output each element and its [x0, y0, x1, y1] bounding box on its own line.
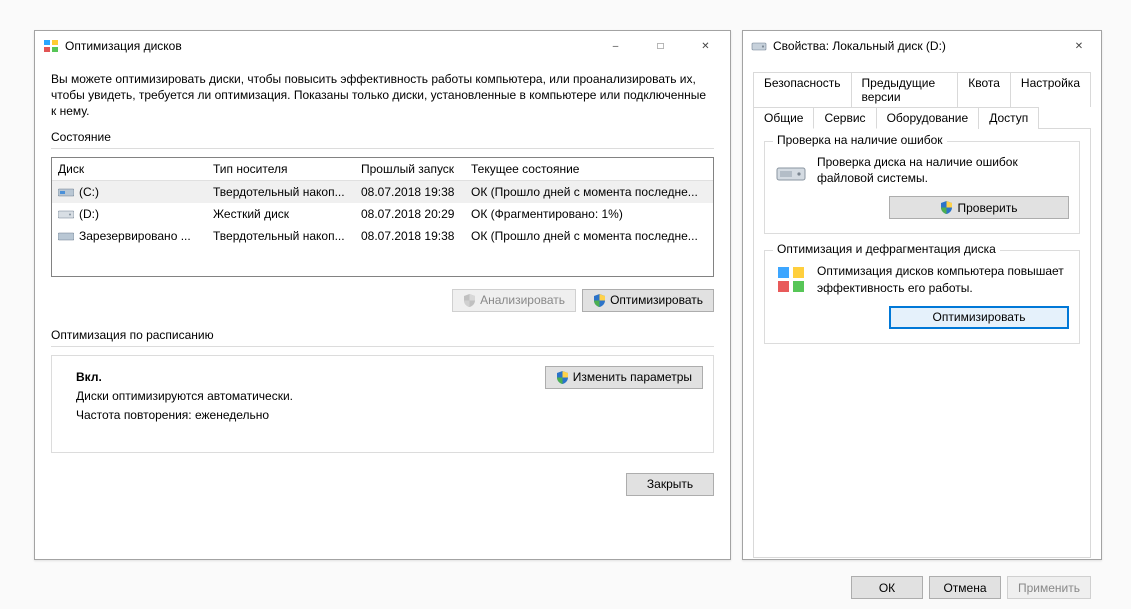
- col-last[interactable]: Прошлый запуск: [355, 158, 465, 180]
- defrag-group: Оптимизация и дефрагментация диска Оптим…: [764, 250, 1080, 343]
- tab-general[interactable]: Общие: [753, 107, 814, 129]
- action-buttons: Анализировать Оптимизировать: [51, 289, 714, 312]
- window-title: Свойства: Локальный диск (D:): [773, 39, 1059, 53]
- shield-icon: [940, 201, 953, 214]
- table-row[interactable]: Зарезервировано ... Твердотельный накоп.…: [52, 225, 713, 247]
- table-row[interactable]: (C:) Твердотельный накоп... 08.07.2018 1…: [52, 181, 713, 203]
- schedule-status: Вкл.: [76, 370, 539, 384]
- col-status[interactable]: Текущее состояние: [465, 158, 713, 180]
- table-row[interactable]: (D:) Жесткий диск 08.07.2018 20:29 ОК (Ф…: [52, 203, 713, 225]
- error-check-title: Проверка на наличие ошибок: [773, 133, 947, 147]
- tab-tools[interactable]: Сервис: [813, 107, 876, 129]
- shield-icon: [593, 294, 606, 307]
- drive-check-icon: [775, 154, 807, 186]
- close-button[interactable]: ✕: [1059, 32, 1099, 60]
- schedule-text: Вкл. Диски оптимизируются автоматически.…: [62, 366, 545, 427]
- dialog-buttons: Закрыть: [51, 473, 714, 496]
- error-check-group: Проверка на наличие ошибок Проверка диск…: [764, 141, 1080, 234]
- drive-status: ОК (Прошло дней с момента последне...: [465, 225, 713, 247]
- optimize-button[interactable]: Оптимизировать: [889, 306, 1069, 329]
- col-media[interactable]: Тип носителя: [207, 158, 355, 180]
- apply-label: Применить: [1018, 581, 1080, 595]
- close-button[interactable]: Закрыть: [626, 473, 714, 496]
- window-title: Оптимизация дисков: [65, 39, 593, 53]
- tab-customize[interactable]: Настройка: [1010, 72, 1091, 107]
- apply-button: Применить: [1007, 576, 1091, 599]
- tabs-row-2: Общие Сервис Оборудование Доступ: [743, 106, 1101, 128]
- drive-icon: [58, 230, 74, 242]
- check-label: Проверить: [957, 201, 1017, 215]
- cancel-button[interactable]: Отмена: [929, 576, 1001, 599]
- tab-hardware[interactable]: Оборудование: [876, 107, 980, 129]
- ok-button[interactable]: ОК: [851, 576, 923, 599]
- schedule-label: Оптимизация по расписанию: [51, 328, 714, 342]
- schedule-group: Вкл. Диски оптимизируются автоматически.…: [51, 355, 714, 453]
- drive-status: ОК (Прошло дней с момента последне...: [465, 181, 713, 203]
- drive-icon: [58, 208, 74, 220]
- window-controls: – □ ✕: [593, 32, 728, 60]
- check-button[interactable]: Проверить: [889, 196, 1069, 219]
- close-button[interactable]: ✕: [683, 32, 728, 60]
- dialog-buttons: ОК Отмена Применить: [743, 568, 1101, 609]
- change-settings-label: Изменить параметры: [573, 370, 692, 384]
- drive-media: Твердотельный накоп...: [207, 181, 355, 203]
- drive-last: 08.07.2018 19:38: [355, 225, 465, 247]
- defrag-text: Оптимизация дисков компьютера повышает э…: [817, 263, 1069, 295]
- tab-sharing[interactable]: Доступ: [978, 107, 1039, 129]
- disk-properties-window: Свойства: Локальный диск (D:) ✕ Безопасн…: [742, 30, 1102, 560]
- separator: [51, 148, 714, 149]
- tab-security[interactable]: Безопасность: [753, 72, 852, 107]
- drive-name: (D:): [79, 207, 99, 221]
- tab-quota[interactable]: Квота: [957, 72, 1011, 107]
- optimize-label: Оптимизировать: [933, 310, 1026, 324]
- drive-icon: [58, 186, 74, 198]
- analyze-label: Анализировать: [480, 293, 565, 307]
- intro-text: Вы можете оптимизировать диски, чтобы по…: [51, 71, 714, 120]
- shield-icon: [463, 294, 476, 307]
- drive-media: Твердотельный накоп...: [207, 225, 355, 247]
- drives-table: Диск Тип носителя Прошлый запуск Текущее…: [51, 157, 714, 277]
- analyze-button: Анализировать: [452, 289, 576, 312]
- titlebar[interactable]: Оптимизация дисков – □ ✕: [35, 31, 730, 61]
- minimize-button[interactable]: –: [593, 32, 638, 60]
- ok-label: ОК: [879, 581, 895, 595]
- schedule-content: Вкл. Диски оптимизируются автоматически.…: [62, 366, 703, 427]
- tab-previous[interactable]: Предыдущие версии: [851, 72, 959, 107]
- close-label: Закрыть: [647, 477, 693, 491]
- separator: [51, 346, 714, 347]
- optimize-icon: [43, 38, 59, 54]
- window-controls: ✕: [1059, 32, 1099, 60]
- state-label: Состояние: [51, 130, 714, 144]
- col-disk[interactable]: Диск: [52, 158, 207, 180]
- drive-last: 08.07.2018 20:29: [355, 203, 465, 225]
- optimize-drives-window: Оптимизация дисков – □ ✕ Вы можете оптим…: [34, 30, 731, 560]
- optimize-button[interactable]: Оптимизировать: [582, 289, 714, 312]
- defrag-icon: [775, 263, 807, 295]
- titlebar[interactable]: Свойства: Локальный диск (D:) ✕: [743, 31, 1101, 61]
- shield-icon: [556, 371, 569, 384]
- schedule-line2: Частота повторения: еженедельно: [76, 408, 539, 422]
- drive-last: 08.07.2018 19:38: [355, 181, 465, 203]
- drive-status: ОК (Фрагментировано: 1%): [465, 203, 713, 225]
- drive-media: Жесткий диск: [207, 203, 355, 225]
- tabs-row-1: Безопасность Предыдущие версии Квота Нас…: [743, 61, 1101, 106]
- error-check-text: Проверка диска на наличие ошибок файлово…: [817, 154, 1069, 186]
- drive-name: (C:): [79, 185, 99, 199]
- defrag-title: Оптимизация и дефрагментация диска: [773, 242, 1000, 256]
- drive-name: Зарезервировано ...: [79, 229, 191, 243]
- table-header: Диск Тип носителя Прошлый запуск Текущее…: [52, 158, 713, 181]
- schedule-line1: Диски оптимизируются автоматически.: [76, 389, 539, 403]
- drive-icon: [751, 38, 767, 54]
- tab-panel: Проверка на наличие ошибок Проверка диск…: [753, 128, 1091, 558]
- cancel-label: Отмена: [943, 581, 986, 595]
- optimize-content: Вы можете оптимизировать диски, чтобы по…: [35, 61, 730, 508]
- change-settings-button[interactable]: Изменить параметры: [545, 366, 703, 389]
- optimize-label: Оптимизировать: [610, 293, 703, 307]
- maximize-button[interactable]: □: [638, 32, 683, 60]
